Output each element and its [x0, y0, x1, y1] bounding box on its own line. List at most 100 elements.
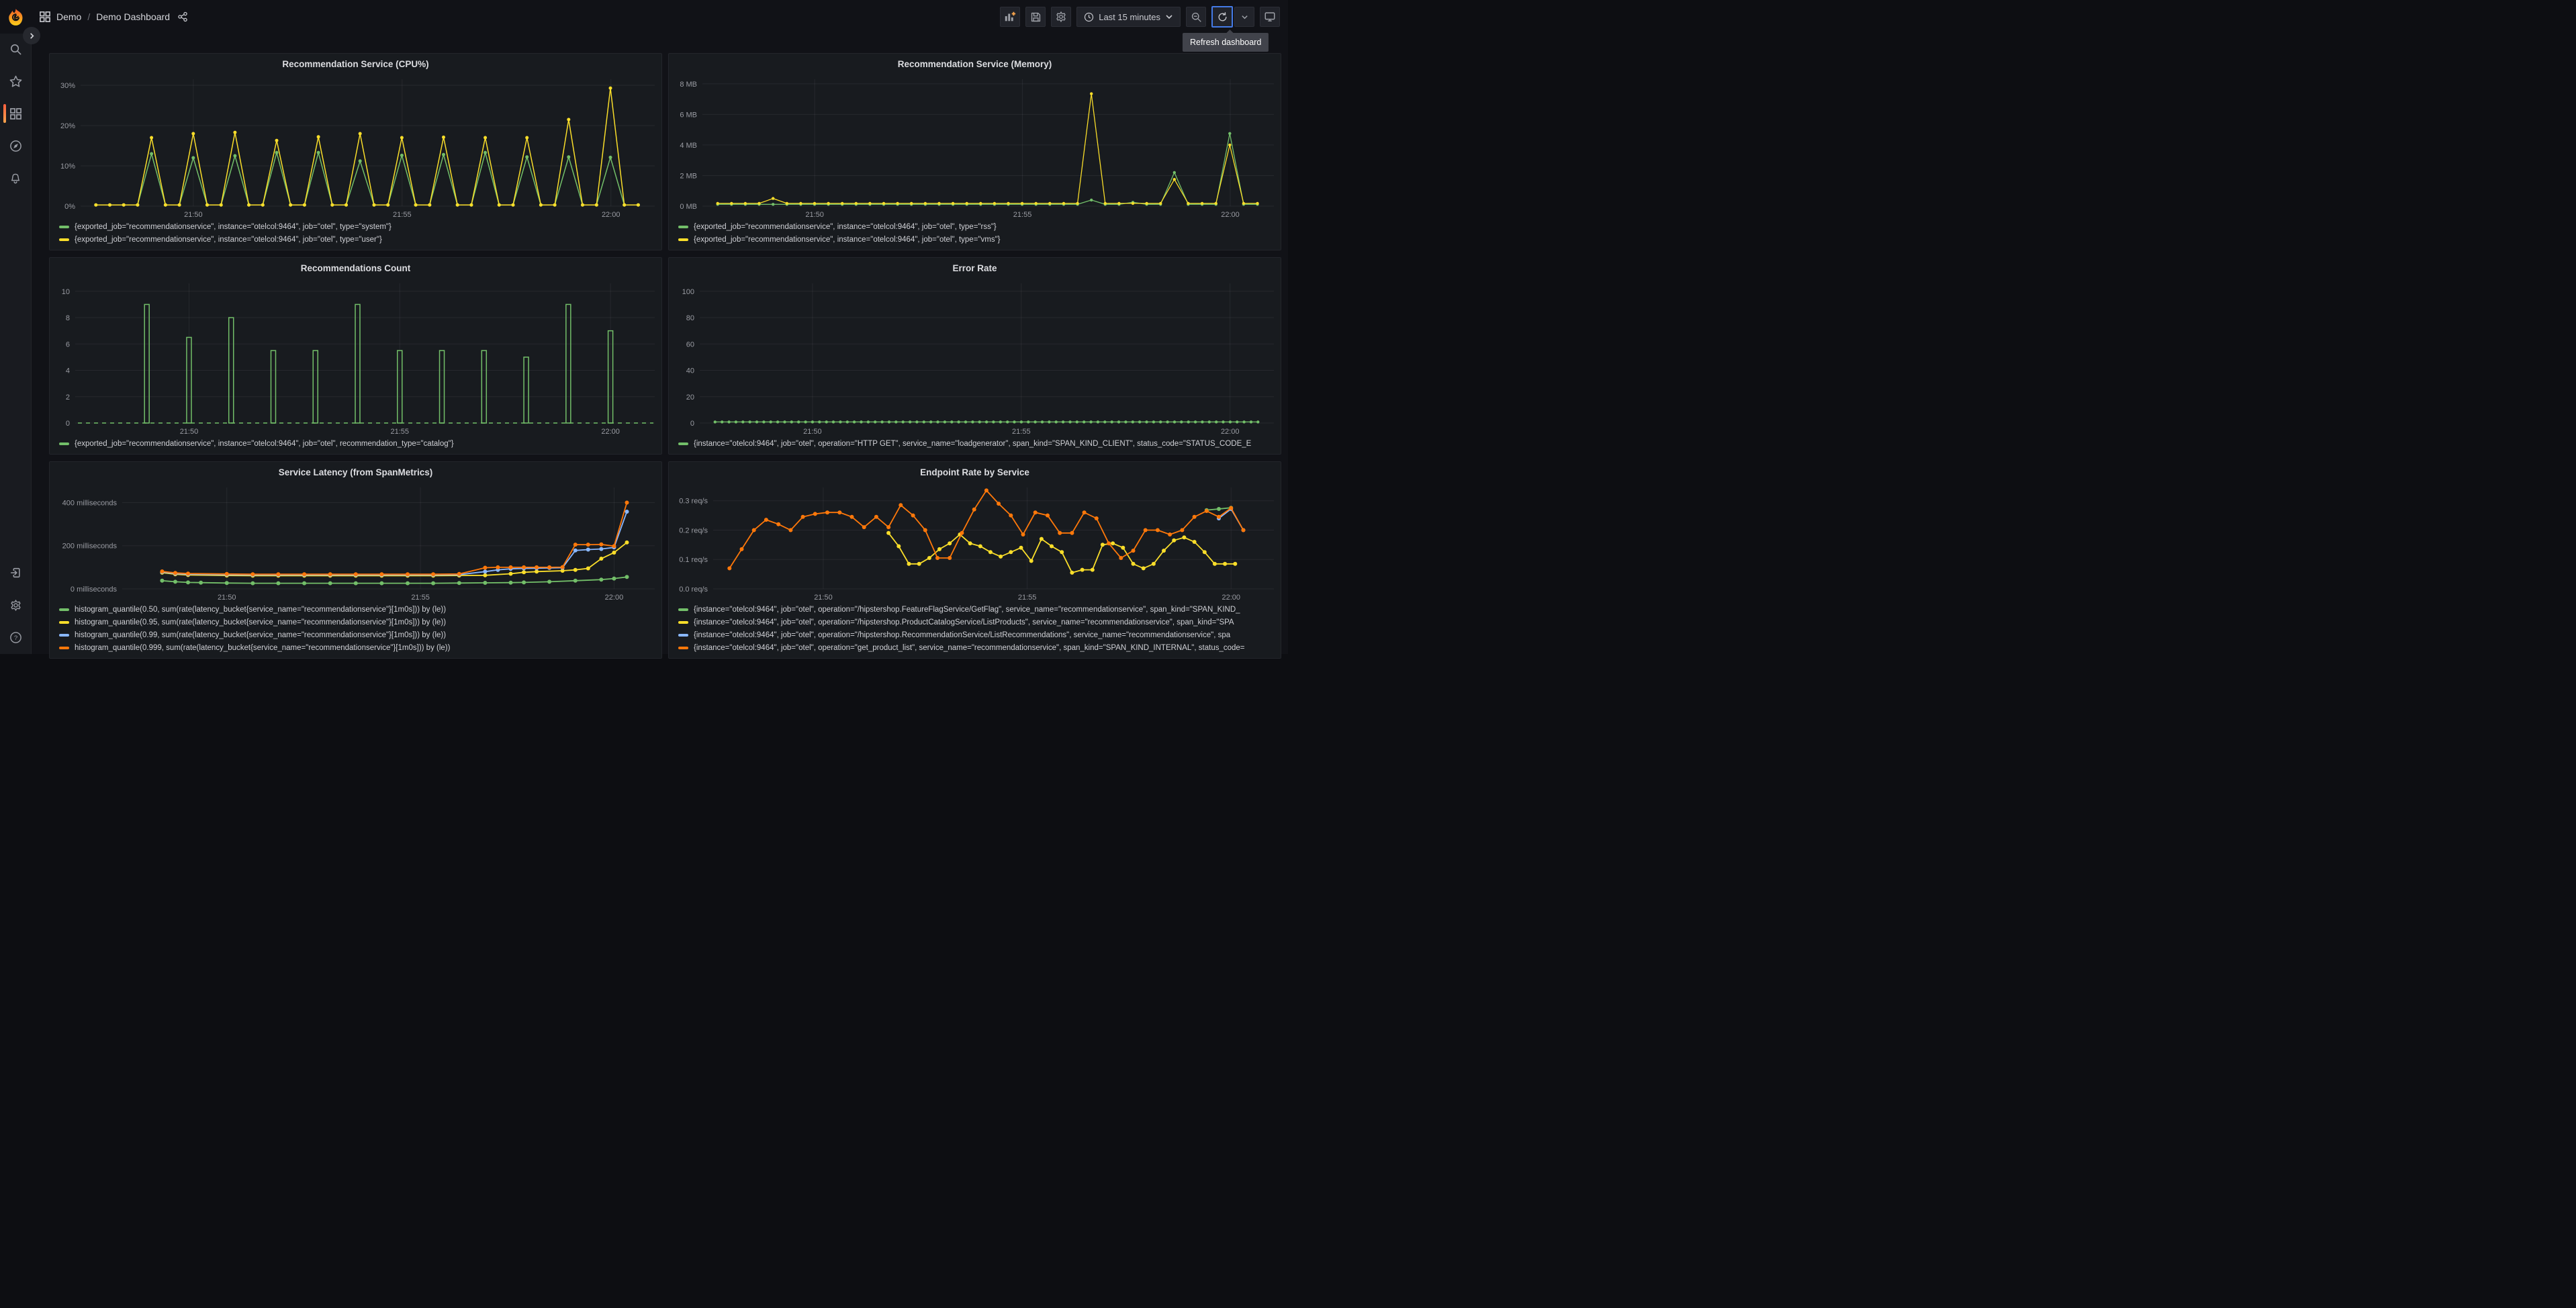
panel-endpoint-rate: Endpoint Rate by Service 0.0 req/s 0.1 re…	[668, 461, 1281, 659]
sidebar-item-search[interactable]	[0, 42, 31, 56]
svg-text:60: 60	[686, 340, 694, 348]
svg-text:21:50: 21:50	[184, 211, 203, 219]
dashboard-toolbar: Last 15 minutes Refresh dashboard	[1000, 6, 1288, 52]
sidebar: ?	[0, 0, 32, 654]
panel-memory: Recommendation Service (Memory) 0 MB 2 MB…	[668, 53, 1281, 250]
legend-swatch	[59, 646, 69, 649]
legend-swatch	[59, 633, 69, 637]
svg-text:10%: 10%	[60, 162, 75, 171]
svg-text:0.1 req/s: 0.1 req/s	[679, 556, 708, 564]
chart-plot-area[interactable]: 0 milliseconds 200 milliseconds 400 millis…	[50, 482, 661, 603]
panel-title[interactable]: Recommendation Service (CPU%)	[50, 54, 661, 74]
legend-label: {instance="otelcol:9464", job="otel", op…	[694, 618, 1234, 626]
panel-service-latency: Service Latency (from SpanMetrics) 0 mil…	[49, 461, 662, 659]
legend-item[interactable]: {exported_job="recommendationservice", i…	[59, 234, 657, 244]
sidebar-item-sign-in[interactable]	[0, 565, 31, 580]
legend-label: {exported_job="recommendationservice", i…	[75, 439, 454, 448]
svg-text:21:55: 21:55	[1013, 211, 1032, 219]
svg-text:0.2 req/s: 0.2 req/s	[679, 526, 708, 534]
legend-item[interactable]: histogram_quantile(0.99, sum(rate(latenc…	[59, 630, 657, 640]
share-icon[interactable]	[177, 11, 188, 22]
legend-label: histogram_quantile(0.50, sum(rate(latenc…	[75, 605, 447, 614]
refresh-button[interactable]	[1211, 6, 1233, 28]
svg-text:8 MB: 8 MB	[680, 81, 697, 89]
bell-icon	[9, 172, 21, 184]
svg-text:21:55: 21:55	[393, 211, 412, 219]
expand-sidebar-button[interactable]	[23, 27, 40, 44]
sidebar-item-alerting[interactable]	[0, 171, 31, 185]
panel-title[interactable]: Endpoint Rate by Service	[669, 462, 1281, 482]
legend-swatch	[678, 608, 688, 611]
refresh-interval-dropdown[interactable]	[1234, 7, 1254, 27]
legend-swatch	[59, 620, 69, 624]
svg-text:21:55: 21:55	[1012, 428, 1031, 436]
legend-item[interactable]: histogram_quantile(0.999, sum(rate(laten…	[59, 643, 657, 653]
legend-swatch	[678, 225, 688, 228]
panel-legend: histogram_quantile(0.50, sum(rate(latenc…	[50, 603, 661, 658]
legend-item[interactable]: histogram_quantile(0.50, sum(rate(latenc…	[59, 604, 657, 614]
legend-label: {exported_job="recommendationservice", i…	[694, 235, 1001, 244]
svg-text:22:00: 22:00	[601, 428, 620, 436]
dashboard-settings-button[interactable]	[1051, 7, 1072, 27]
legend-item[interactable]: {instance="otelcol:9464", job="otel", op…	[678, 643, 1277, 653]
legend-swatch	[678, 442, 688, 445]
zoom-out-button[interactable]	[1186, 7, 1206, 27]
svg-text:0 MB: 0 MB	[680, 203, 697, 211]
panel-title[interactable]: Recommendations Count	[50, 258, 661, 278]
legend-item[interactable]: {instance="otelcol:9464", job="otel", op…	[678, 630, 1277, 640]
panel-recommendations-count: Recommendations Count 0 2 4 6 8 10 21:50 21:55 2…	[49, 257, 662, 455]
legend-label: {instance="otelcol:9464", job="otel", op…	[694, 439, 1252, 448]
sidebar-item-dashboards[interactable]	[0, 104, 31, 123]
chart-plot-area[interactable]: 0 2 4 6 8 10 21:50 21:55 22:00	[50, 278, 661, 437]
legend-label: histogram_quantile(0.999, sum(rate(laten…	[75, 643, 451, 652]
save-dashboard-button[interactable]	[1025, 7, 1046, 27]
panel-title[interactable]: Service Latency (from SpanMetrics)	[50, 462, 661, 482]
breadcrumb-page[interactable]: Demo Dashboard	[96, 11, 170, 22]
legend-swatch	[678, 238, 688, 241]
panel-cpu: Recommendation Service (CPU%) 0% 10% 20% 30…	[49, 53, 662, 250]
chart-plot-area[interactable]: 0 20 40 60 80 100 21:50 21:55 22:00	[669, 278, 1281, 437]
legend-item[interactable]: histogram_quantile(0.95, sum(rate(latenc…	[59, 617, 657, 627]
legend-item[interactable]: {exported_job="recommendationservice", i…	[678, 222, 1277, 232]
legend-item[interactable]: {instance="otelcol:9464", job="otel", op…	[678, 438, 1277, 449]
svg-text:21:55: 21:55	[411, 594, 430, 602]
svg-text:0%: 0%	[64, 203, 75, 211]
breadcrumb-separator: /	[87, 11, 91, 22]
svg-text:22:00: 22:00	[1222, 594, 1240, 602]
chart-plot-area[interactable]: 0.0 req/s 0.1 req/s 0.2 req/s 0.3 req/s 21:5…	[669, 482, 1281, 603]
chart-plot-area[interactable]: 0 MB 2 MB 4 MB 6 MB 8 MB 21:50 21:55 22:00	[669, 74, 1281, 220]
sidebar-item-help[interactable]: ?	[0, 630, 31, 645]
sidebar-item-explore[interactable]	[0, 138, 31, 153]
svg-text:22:00: 22:00	[1221, 211, 1240, 219]
legend-swatch	[59, 225, 69, 228]
panel-legend: {instance="otelcol:9464", job="otel", op…	[669, 603, 1281, 658]
add-panel-button[interactable]	[1000, 7, 1021, 27]
svg-text:100: 100	[682, 288, 694, 296]
panel-title[interactable]: Error Rate	[669, 258, 1281, 278]
refresh-tooltip: Refresh dashboard	[1182, 33, 1269, 52]
svg-text:21:55: 21:55	[1018, 594, 1037, 602]
svg-text:21:50: 21:50	[814, 594, 833, 602]
legend-swatch	[678, 646, 688, 649]
top-header: Demo / Demo Dashboard Last 15 minutes Re…	[0, 0, 1288, 52]
chart-plot-area[interactable]: 0% 10% 20% 30% 21:50 21:55 22:00	[50, 74, 661, 220]
legend-label: histogram_quantile(0.99, sum(rate(latenc…	[75, 630, 447, 639]
legend-swatch	[678, 620, 688, 624]
legend-item[interactable]: {instance="otelcol:9464", job="otel", op…	[678, 617, 1277, 627]
svg-text:2: 2	[66, 393, 70, 402]
svg-text:22:00: 22:00	[1221, 428, 1240, 436]
svg-text:6 MB: 6 MB	[680, 111, 697, 119]
svg-text:?: ?	[13, 634, 17, 641]
legend-item[interactable]: {instance="otelcol:9464", job="otel", op…	[678, 604, 1277, 614]
legend-item[interactable]: {exported_job="recommendationservice", i…	[678, 234, 1277, 244]
panel-title[interactable]: Recommendation Service (Memory)	[669, 54, 1281, 74]
sidebar-item-starred[interactable]	[0, 74, 31, 89]
legend-item[interactable]: {exported_job="recommendationservice", i…	[59, 222, 657, 232]
time-range-picker[interactable]: Last 15 minutes	[1076, 7, 1181, 27]
cycle-view-mode-button[interactable]	[1260, 7, 1280, 27]
breadcrumb-section[interactable]: Demo	[56, 11, 81, 22]
grafana-logo[interactable]	[0, 8, 32, 26]
svg-text:0.0 req/s: 0.0 req/s	[679, 586, 708, 594]
legend-item[interactable]: {exported_job="recommendationservice", i…	[59, 438, 657, 449]
sidebar-item-configuration[interactable]	[0, 598, 31, 612]
